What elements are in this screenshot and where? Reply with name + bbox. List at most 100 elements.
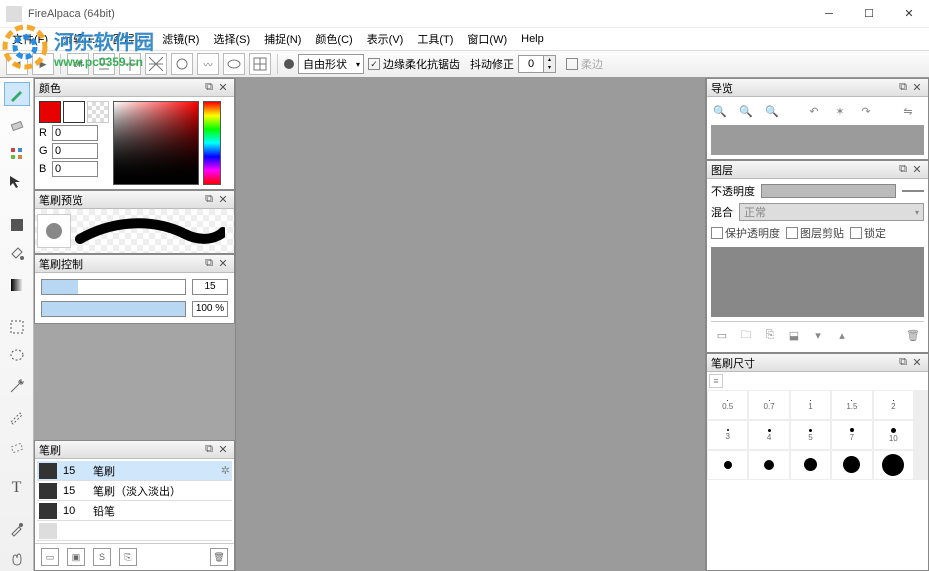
panel-undock-icon[interactable]: ⧉	[202, 443, 216, 456]
transparent-swatch[interactable]	[87, 101, 109, 123]
panel-close-icon[interactable]: ✕	[216, 443, 230, 456]
hue-slider[interactable]	[203, 101, 221, 185]
panel-close-icon[interactable]: ✕	[910, 163, 924, 176]
layer-up-icon[interactable]: ▴	[833, 326, 851, 344]
brush-opacity-slider[interactable]	[41, 301, 186, 317]
brush-size-cell[interactable]: 7	[831, 420, 872, 450]
lasso-tool-icon[interactable]	[4, 344, 30, 368]
menu-select[interactable]: 选择(S)	[207, 29, 256, 49]
new-folder-icon[interactable]: 🗀	[737, 326, 755, 344]
fill-tool-icon[interactable]	[4, 213, 30, 237]
panel-close-icon[interactable]: ✕	[216, 193, 230, 206]
clipping-checkbox[interactable]: 图层剪贴	[786, 225, 844, 241]
rotate-right-icon[interactable]: ↷	[857, 102, 875, 120]
gear-icon[interactable]: ✲	[221, 464, 230, 477]
brush-list-item[interactable]: 10 铅笔	[37, 501, 232, 521]
menu-snap[interactable]: 捕捉(N)	[258, 29, 307, 49]
layer-down-icon[interactable]: ▾	[809, 326, 827, 344]
brush-opacity-value[interactable]: 100 %	[192, 301, 228, 317]
panel-undock-icon[interactable]: ⧉	[202, 81, 216, 94]
rotate-left-icon[interactable]: ↶	[805, 102, 823, 120]
panel-undock-icon[interactable]: ⧉	[896, 163, 910, 176]
brush-size-cell[interactable]: 2	[873, 390, 914, 420]
delete-layer-icon[interactable]: 🗑	[904, 326, 922, 344]
select-rect-tool-icon[interactable]	[4, 315, 30, 339]
snap-curve-icon[interactable]: 〰	[197, 53, 219, 75]
layer-list[interactable]	[711, 247, 924, 317]
zoom-in-icon[interactable]: 🔍	[711, 102, 729, 120]
snap-grid-icon[interactable]	[249, 53, 271, 75]
brush-size-cell[interactable]: 10	[873, 420, 914, 450]
snap-prev-icon[interactable]: ◀	[6, 53, 28, 75]
duplicate-layer-icon[interactable]: ⎘	[761, 326, 779, 344]
menu-help[interactable]: Help	[515, 31, 550, 47]
snap-parallel-icon[interactable]	[93, 53, 115, 75]
snap-next-icon[interactable]: ▶	[32, 53, 54, 75]
brush-tool-icon[interactable]	[4, 82, 30, 106]
menu-color[interactable]: 颜色(C)	[309, 29, 358, 49]
maximize-button[interactable]: ☐	[849, 0, 889, 28]
delete-brush-icon[interactable]: 🗑	[210, 548, 228, 566]
snap-ellipse-icon[interactable]	[223, 53, 245, 75]
move-tool-icon[interactable]	[4, 171, 30, 195]
brush-script-icon[interactable]: S	[93, 548, 111, 566]
foreground-color-swatch[interactable]	[39, 101, 61, 123]
hand-tool-icon[interactable]	[4, 547, 30, 571]
panel-close-icon[interactable]: ✕	[910, 356, 924, 369]
brush-size-cell[interactable]: 3	[707, 420, 748, 450]
menu-file[interactable]: 文件(F)	[6, 29, 54, 49]
brush-size-cell[interactable]	[790, 450, 831, 480]
stabilizer-spinner[interactable]: ▴▾	[518, 55, 556, 73]
scrollbar[interactable]	[914, 390, 928, 480]
duplicate-brush-icon[interactable]: ⎘	[119, 548, 137, 566]
magic-wand-tool-icon[interactable]	[4, 374, 30, 398]
new-layer-icon[interactable]: ▭	[713, 326, 731, 344]
menu-view[interactable]: 表示(V)	[361, 29, 410, 49]
menu-tool[interactable]: 工具(T)	[411, 29, 459, 49]
brush-size-cell[interactable]	[831, 450, 872, 480]
close-button[interactable]: ✕	[889, 0, 929, 28]
layer-opacity-slider[interactable]	[761, 184, 896, 198]
add-brush-icon[interactable]: ▭	[41, 548, 59, 566]
brush-size-cell[interactable]	[707, 450, 748, 480]
brush-size-cell[interactable]: 0.7	[748, 390, 789, 420]
zoom-out-icon[interactable]: 🔍	[737, 102, 755, 120]
menu-filter[interactable]: 滤镜(R)	[156, 29, 205, 49]
lock-checkbox[interactable]: 锁定	[850, 225, 886, 241]
panel-close-icon[interactable]: ✕	[910, 81, 924, 94]
soft-edge-checkbox[interactable]: 柔边	[566, 56, 603, 72]
brush-list-item[interactable]: 15 笔刷（淡入淡出）	[37, 481, 232, 501]
brush-size-cell[interactable]: 0.5	[707, 390, 748, 420]
panel-close-icon[interactable]: ✕	[216, 81, 230, 94]
blend-mode-select[interactable]: 正常	[739, 203, 924, 221]
brush-list-item[interactable]: 15 笔刷 ✲	[37, 461, 232, 481]
color-b-input[interactable]	[52, 161, 98, 177]
brush-list-item[interactable]	[37, 521, 232, 541]
shape-select[interactable]: 自由形状	[298, 54, 364, 74]
protect-alpha-checkbox[interactable]: 保护透明度	[711, 225, 780, 241]
bucket-tool-icon[interactable]	[4, 243, 30, 267]
background-color-swatch[interactable]	[63, 101, 85, 123]
panel-close-icon[interactable]: ✕	[216, 257, 230, 270]
snap-vanish-icon[interactable]	[145, 53, 167, 75]
brush-size-value[interactable]: 15	[192, 279, 228, 295]
color-g-input[interactable]	[52, 143, 98, 159]
color-r-input[interactable]	[52, 125, 98, 141]
gradient-tool-icon[interactable]	[4, 273, 30, 297]
flip-icon[interactable]: ⇋	[899, 102, 917, 120]
panel-undock-icon[interactable]: ⧉	[896, 81, 910, 94]
text-tool-icon[interactable]: T	[4, 476, 30, 500]
select-pen-tool-icon[interactable]	[4, 404, 30, 428]
snap-radial-icon[interactable]	[171, 53, 193, 75]
panel-undock-icon[interactable]: ⧉	[896, 356, 910, 369]
panel-undock-icon[interactable]: ⧉	[202, 257, 216, 270]
minimize-button[interactable]: ─	[809, 0, 849, 28]
brush-size-slider[interactable]	[41, 279, 186, 295]
panel-undock-icon[interactable]: ⧉	[202, 193, 216, 206]
brush-size-cell[interactable]: 1.5	[831, 390, 872, 420]
merge-down-icon[interactable]: ⬓	[785, 326, 803, 344]
antialias-checkbox[interactable]: ✓ 边缘柔化抗锯齿	[368, 56, 460, 72]
eraser-tool-icon[interactable]	[4, 112, 30, 136]
menu-window[interactable]: 窗口(W)	[461, 29, 513, 49]
brush-size-cell[interactable]	[748, 450, 789, 480]
